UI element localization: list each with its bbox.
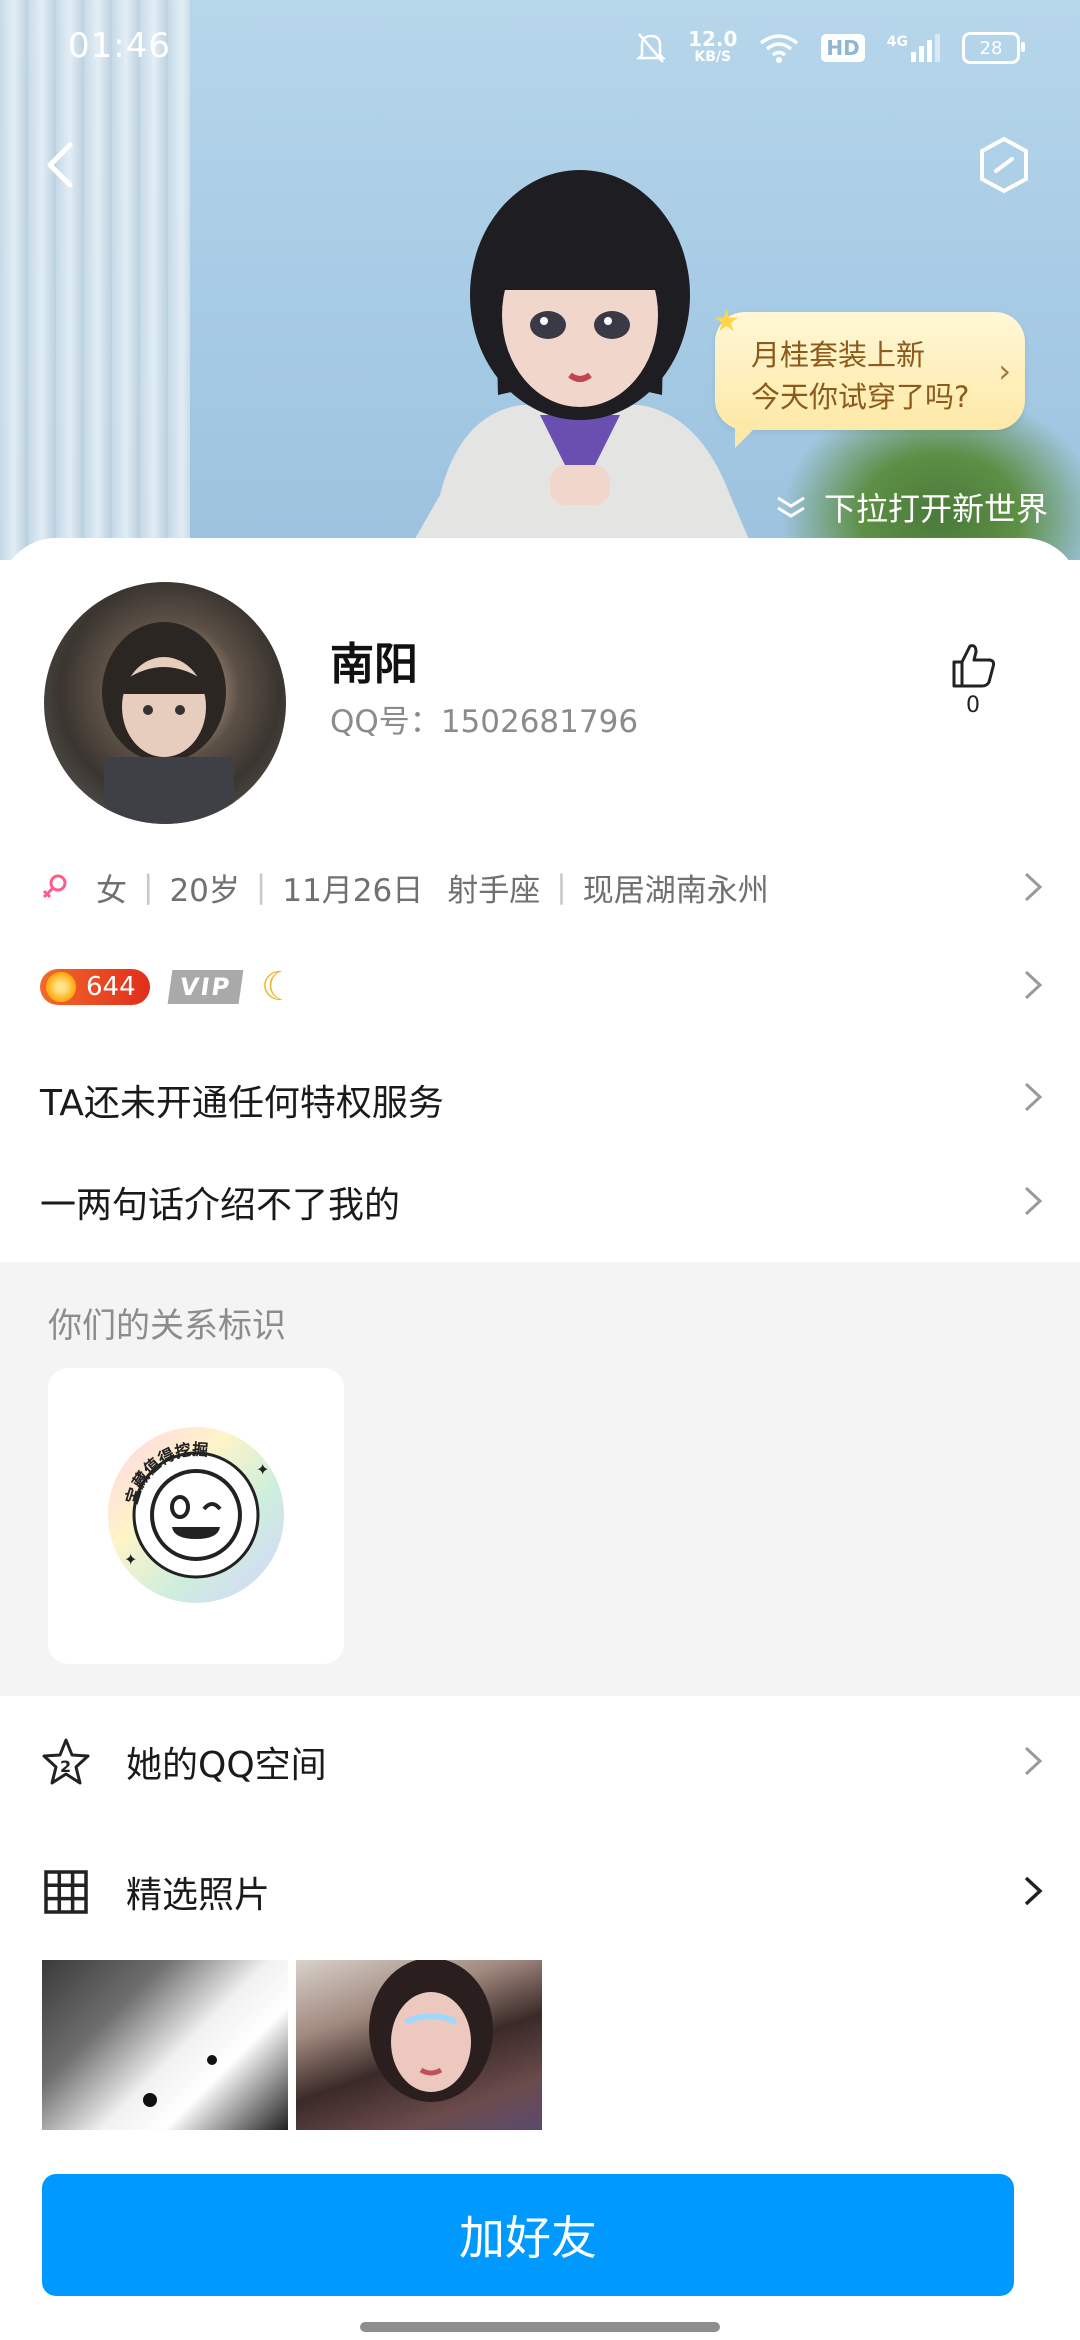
svg-text:✦: ✦: [256, 1460, 269, 1479]
wifi-icon: [760, 34, 799, 63]
star-icon: ★: [713, 304, 740, 339]
status-time: 01:46: [68, 26, 171, 66]
svg-text:2: 2: [60, 1757, 71, 1776]
photo-2-image: [369, 1960, 493, 2102]
featured-photos-label: 精选照片: [126, 1875, 271, 1916]
battery-icon: 28: [962, 32, 1025, 64]
grid-icon: [44, 1870, 88, 1914]
thumbs-up-icon[interactable]: [948, 640, 998, 690]
chevron-right-icon[interactable]: [1022, 968, 1044, 1002]
chevron-right-icon[interactable]: [1022, 1744, 1044, 1778]
level-badge: 644: [40, 969, 150, 1005]
profile-avatar[interactable]: [44, 582, 286, 824]
photo-1-image: [143, 2055, 217, 2107]
avatar-3d-figure[interactable]: [400, 165, 760, 560]
featured-photo-2[interactable]: [296, 1960, 542, 2130]
female-icon: [42, 874, 67, 899]
qzone-star-icon: 2: [42, 1738, 90, 1785]
pull-hint-text: 下拉打开新世界: [823, 490, 1048, 528]
add-friend-button[interactable]: 加好友: [42, 2174, 1014, 2296]
home-indicator[interactable]: [360, 2322, 720, 2332]
double-chevron-down-icon: [777, 496, 805, 518]
badges-row[interactable]: 644 VIP ☾: [40, 962, 297, 1012]
featured-photo-1[interactable]: [42, 1960, 288, 2130]
qq-label: QQ号：: [330, 704, 441, 740]
chevron-right-icon[interactable]: [1022, 870, 1044, 904]
promo-line2: 今天你试穿了吗?: [751, 380, 970, 414]
status-icons: 12.0 KB/S HD 4G 28: [636, 24, 1025, 72]
basic-info-row[interactable]: 女 | 20岁 | 11月26日 射手座 | 现居湖南永州: [40, 862, 769, 912]
mute-bell-icon: [636, 33, 667, 63]
back-arrow-icon[interactable]: [40, 140, 80, 190]
gender-text: 女: [96, 872, 127, 909]
svg-text:✦: ✦: [124, 1550, 137, 1569]
hd-badge: HD: [821, 34, 865, 62]
sun-level-icon: [46, 972, 76, 1002]
promo-bubble[interactable]: ★ 月桂套装上新 今天你试穿了吗? ›: [713, 304, 1025, 448]
privilege-row[interactable]: TA还未开通任何特权服务: [40, 1074, 444, 1126]
net-speed: 12.0 KB/S: [688, 27, 738, 65]
moon-icon: ☾: [260, 964, 297, 1010]
qq-number[interactable]: QQ号：1502681796: [330, 696, 638, 741]
like-count: 0: [966, 693, 980, 718]
treasure-smiley-sticker-icon: 宝藏值得挖掘 ✦ ✦: [108, 1427, 284, 1603]
profile-name: 南阳: [330, 639, 418, 690]
qq-number-value: 1502681796: [440, 704, 639, 740]
birthday-text: 11月26日: [282, 872, 424, 909]
qzone-label: 她的QQ空间: [126, 1745, 327, 1786]
chevron-right-icon[interactable]: [1022, 1080, 1044, 1114]
signal-icon: 4G: [887, 34, 940, 62]
chevron-right-icon: ›: [998, 352, 1011, 390]
location-text: 现居湖南永州: [582, 872, 769, 909]
chevron-right-icon[interactable]: [1022, 1874, 1044, 1908]
level-value: 644: [86, 972, 136, 1002]
vip-badge: VIP: [167, 970, 244, 1004]
chevron-right-icon[interactable]: [1022, 1184, 1044, 1218]
relation-badge-card[interactable]: 宝藏值得挖掘 ✦ ✦: [48, 1368, 344, 1664]
age-text: 20岁: [169, 872, 240, 909]
featured-photos-row[interactable]: 精选照片: [40, 1862, 1040, 1922]
signature-row[interactable]: 一两句话介绍不了我的: [40, 1176, 400, 1228]
status-bar: 01:46 12.0 KB/S HD 4G 28: [0, 0, 1080, 96]
qzone-row[interactable]: 2 她的QQ空间: [40, 1732, 1040, 1792]
promo-line1: 月桂套装上新: [751, 338, 926, 372]
pull-down-hint[interactable]: 下拉打开新世界: [774, 484, 1048, 530]
hexagon-more-icon[interactable]: [976, 135, 1032, 195]
relation-title: 你们的关系标识: [48, 1306, 286, 1346]
avatar-photo: [102, 622, 234, 824]
zodiac-text: 射手座: [447, 872, 541, 909]
